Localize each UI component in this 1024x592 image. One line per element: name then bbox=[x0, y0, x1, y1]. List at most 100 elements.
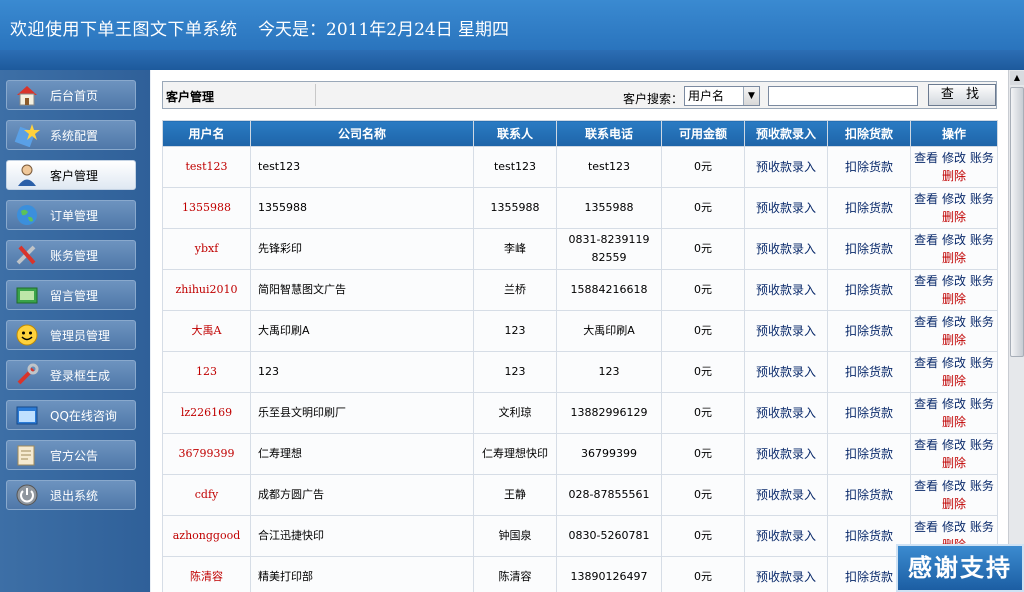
username-cell[interactable]: 大禹A bbox=[162, 310, 251, 352]
view-link[interactable]: 查看 bbox=[914, 192, 938, 206]
edit-link[interactable]: 修改 bbox=[942, 233, 966, 247]
view-link[interactable]: 查看 bbox=[914, 520, 938, 534]
sidebar-item-login-generator[interactable]: 登录框生成 bbox=[6, 360, 136, 390]
account-link[interactable]: 账务 bbox=[970, 479, 994, 493]
view-link[interactable]: 查看 bbox=[914, 151, 938, 165]
username-cell[interactable]: 36799399 bbox=[162, 433, 251, 475]
username-cell[interactable]: test123 bbox=[162, 146, 251, 188]
delete-link[interactable]: 删除 bbox=[942, 497, 966, 511]
delete-link[interactable]: 删除 bbox=[942, 333, 966, 347]
prepay-link[interactable]: 预收款录入 bbox=[744, 515, 828, 557]
username-cell[interactable]: zhihui2010 bbox=[162, 269, 251, 311]
prepay-link[interactable]: 预收款录入 bbox=[744, 474, 828, 516]
search-input[interactable] bbox=[768, 86, 918, 106]
search-field-select[interactable]: 用户名 ▼ bbox=[684, 86, 760, 106]
edit-link[interactable]: 修改 bbox=[942, 356, 966, 370]
deduct-link[interactable]: 扣除货款 bbox=[827, 433, 911, 475]
prepay-link[interactable]: 预收款录入 bbox=[744, 433, 828, 475]
delete-link[interactable]: 删除 bbox=[942, 210, 966, 224]
prepay-link[interactable]: 预收款录入 bbox=[744, 310, 828, 352]
delete-link[interactable]: 删除 bbox=[942, 169, 966, 183]
sidebar-item-home[interactable]: 后台首页 bbox=[6, 80, 136, 110]
username-cell[interactable]: 1355988 bbox=[162, 187, 251, 229]
sidebar-item-system-config[interactable]: 系统配置 bbox=[6, 120, 136, 150]
account-link[interactable]: 账务 bbox=[970, 315, 994, 329]
prepay-link[interactable]: 预收款录入 bbox=[744, 269, 828, 311]
sidebar-item-messages[interactable]: 留言管理 bbox=[6, 280, 136, 310]
account-link[interactable]: 账务 bbox=[970, 520, 994, 534]
column-header-prepay[interactable]: 预收款录入 bbox=[744, 120, 828, 147]
account-link[interactable]: 账务 bbox=[970, 397, 994, 411]
prepay-link[interactable]: 预收款录入 bbox=[744, 228, 828, 270]
delete-link[interactable]: 删除 bbox=[942, 251, 966, 265]
account-link[interactable]: 账务 bbox=[970, 438, 994, 452]
thanks-banner[interactable]: 感谢支持 bbox=[896, 544, 1024, 592]
phone-cell: 13882996129 bbox=[556, 392, 662, 434]
balance-cell: 0元 bbox=[661, 228, 745, 270]
username-cell[interactable]: lz226169 bbox=[162, 392, 251, 434]
search-button[interactable]: 查 找 bbox=[928, 84, 996, 106]
edit-link[interactable]: 修改 bbox=[942, 397, 966, 411]
sidebar-item-qq-consult[interactable]: QQ在线咨询 bbox=[6, 400, 136, 430]
scroll-up-icon[interactable]: ▲ bbox=[1010, 71, 1024, 85]
delete-link[interactable]: 删除 bbox=[942, 374, 966, 388]
edit-link[interactable]: 修改 bbox=[942, 520, 966, 534]
column-header-contact[interactable]: 联系人 bbox=[473, 120, 557, 147]
username-cell[interactable]: ybxf bbox=[162, 228, 251, 270]
edit-link[interactable]: 修改 bbox=[942, 438, 966, 452]
globe-icon bbox=[14, 203, 40, 227]
column-header-username[interactable]: 用户名 bbox=[162, 120, 251, 147]
column-header-balance[interactable]: 可用金额 bbox=[661, 120, 745, 147]
view-link[interactable]: 查看 bbox=[914, 315, 938, 329]
view-link[interactable]: 查看 bbox=[914, 274, 938, 288]
username-cell[interactable]: 123 bbox=[162, 351, 251, 393]
scroll-thumb[interactable] bbox=[1010, 87, 1024, 357]
account-link[interactable]: 账务 bbox=[970, 233, 994, 247]
prepay-link[interactable]: 预收款录入 bbox=[744, 556, 828, 592]
edit-link[interactable]: 修改 bbox=[942, 192, 966, 206]
username-cell[interactable]: 陈清容 bbox=[162, 556, 251, 592]
account-link[interactable]: 账务 bbox=[970, 151, 994, 165]
edit-link[interactable]: 修改 bbox=[942, 479, 966, 493]
deduct-link[interactable]: 扣除货款 bbox=[827, 310, 911, 352]
column-header-phone[interactable]: 联系电话 bbox=[556, 120, 662, 147]
column-header-company[interactable]: 公司名称 bbox=[250, 120, 474, 147]
prepay-link[interactable]: 预收款录入 bbox=[744, 146, 828, 188]
prepay-link[interactable]: 预收款录入 bbox=[744, 392, 828, 434]
username-cell[interactable]: azhonggood bbox=[162, 515, 251, 557]
vertical-scrollbar[interactable]: ▲ bbox=[1008, 70, 1024, 592]
delete-link[interactable]: 删除 bbox=[942, 415, 966, 429]
account-link[interactable]: 账务 bbox=[970, 356, 994, 370]
deduct-link[interactable]: 扣除货款 bbox=[827, 474, 911, 516]
view-link[interactable]: 查看 bbox=[914, 233, 938, 247]
edit-link[interactable]: 修改 bbox=[942, 315, 966, 329]
chevron-down-icon[interactable]: ▼ bbox=[743, 87, 759, 105]
sidebar-item-announcements[interactable]: 官方公告 bbox=[6, 440, 136, 470]
deduct-link[interactable]: 扣除货款 bbox=[827, 351, 911, 393]
deduct-link[interactable]: 扣除货款 bbox=[827, 269, 911, 311]
deduct-link[interactable]: 扣除货款 bbox=[827, 187, 911, 229]
account-link[interactable]: 账务 bbox=[970, 274, 994, 288]
deduct-link[interactable]: 扣除货款 bbox=[827, 146, 911, 188]
sidebar-item-admins[interactable]: 管理员管理 bbox=[6, 320, 136, 350]
sidebar-item-accounts[interactable]: 账务管理 bbox=[6, 240, 136, 270]
deduct-link[interactable]: 扣除货款 bbox=[827, 392, 911, 434]
view-link[interactable]: 查看 bbox=[914, 438, 938, 452]
view-link[interactable]: 查看 bbox=[914, 356, 938, 370]
sidebar-item-orders[interactable]: 订单管理 bbox=[6, 200, 136, 230]
edit-link[interactable]: 修改 bbox=[942, 274, 966, 288]
table-row: 陈清容精美打印部陈清容138901264970元预收款录入扣除货款查看 修改 账… bbox=[162, 556, 998, 592]
sidebar-item-customers[interactable]: 客户管理 bbox=[6, 160, 136, 190]
deduct-link[interactable]: 扣除货款 bbox=[827, 228, 911, 270]
prepay-link[interactable]: 预收款录入 bbox=[744, 351, 828, 393]
delete-link[interactable]: 删除 bbox=[942, 292, 966, 306]
sidebar-item-logout[interactable]: 退出系统 bbox=[6, 480, 136, 510]
account-link[interactable]: 账务 bbox=[970, 192, 994, 206]
view-link[interactable]: 查看 bbox=[914, 479, 938, 493]
edit-link[interactable]: 修改 bbox=[942, 151, 966, 165]
view-link[interactable]: 查看 bbox=[914, 397, 938, 411]
username-cell[interactable]: cdfy bbox=[162, 474, 251, 516]
column-header-deduct[interactable]: 扣除货款 bbox=[827, 120, 911, 147]
delete-link[interactable]: 删除 bbox=[942, 456, 966, 470]
prepay-link[interactable]: 预收款录入 bbox=[744, 187, 828, 229]
